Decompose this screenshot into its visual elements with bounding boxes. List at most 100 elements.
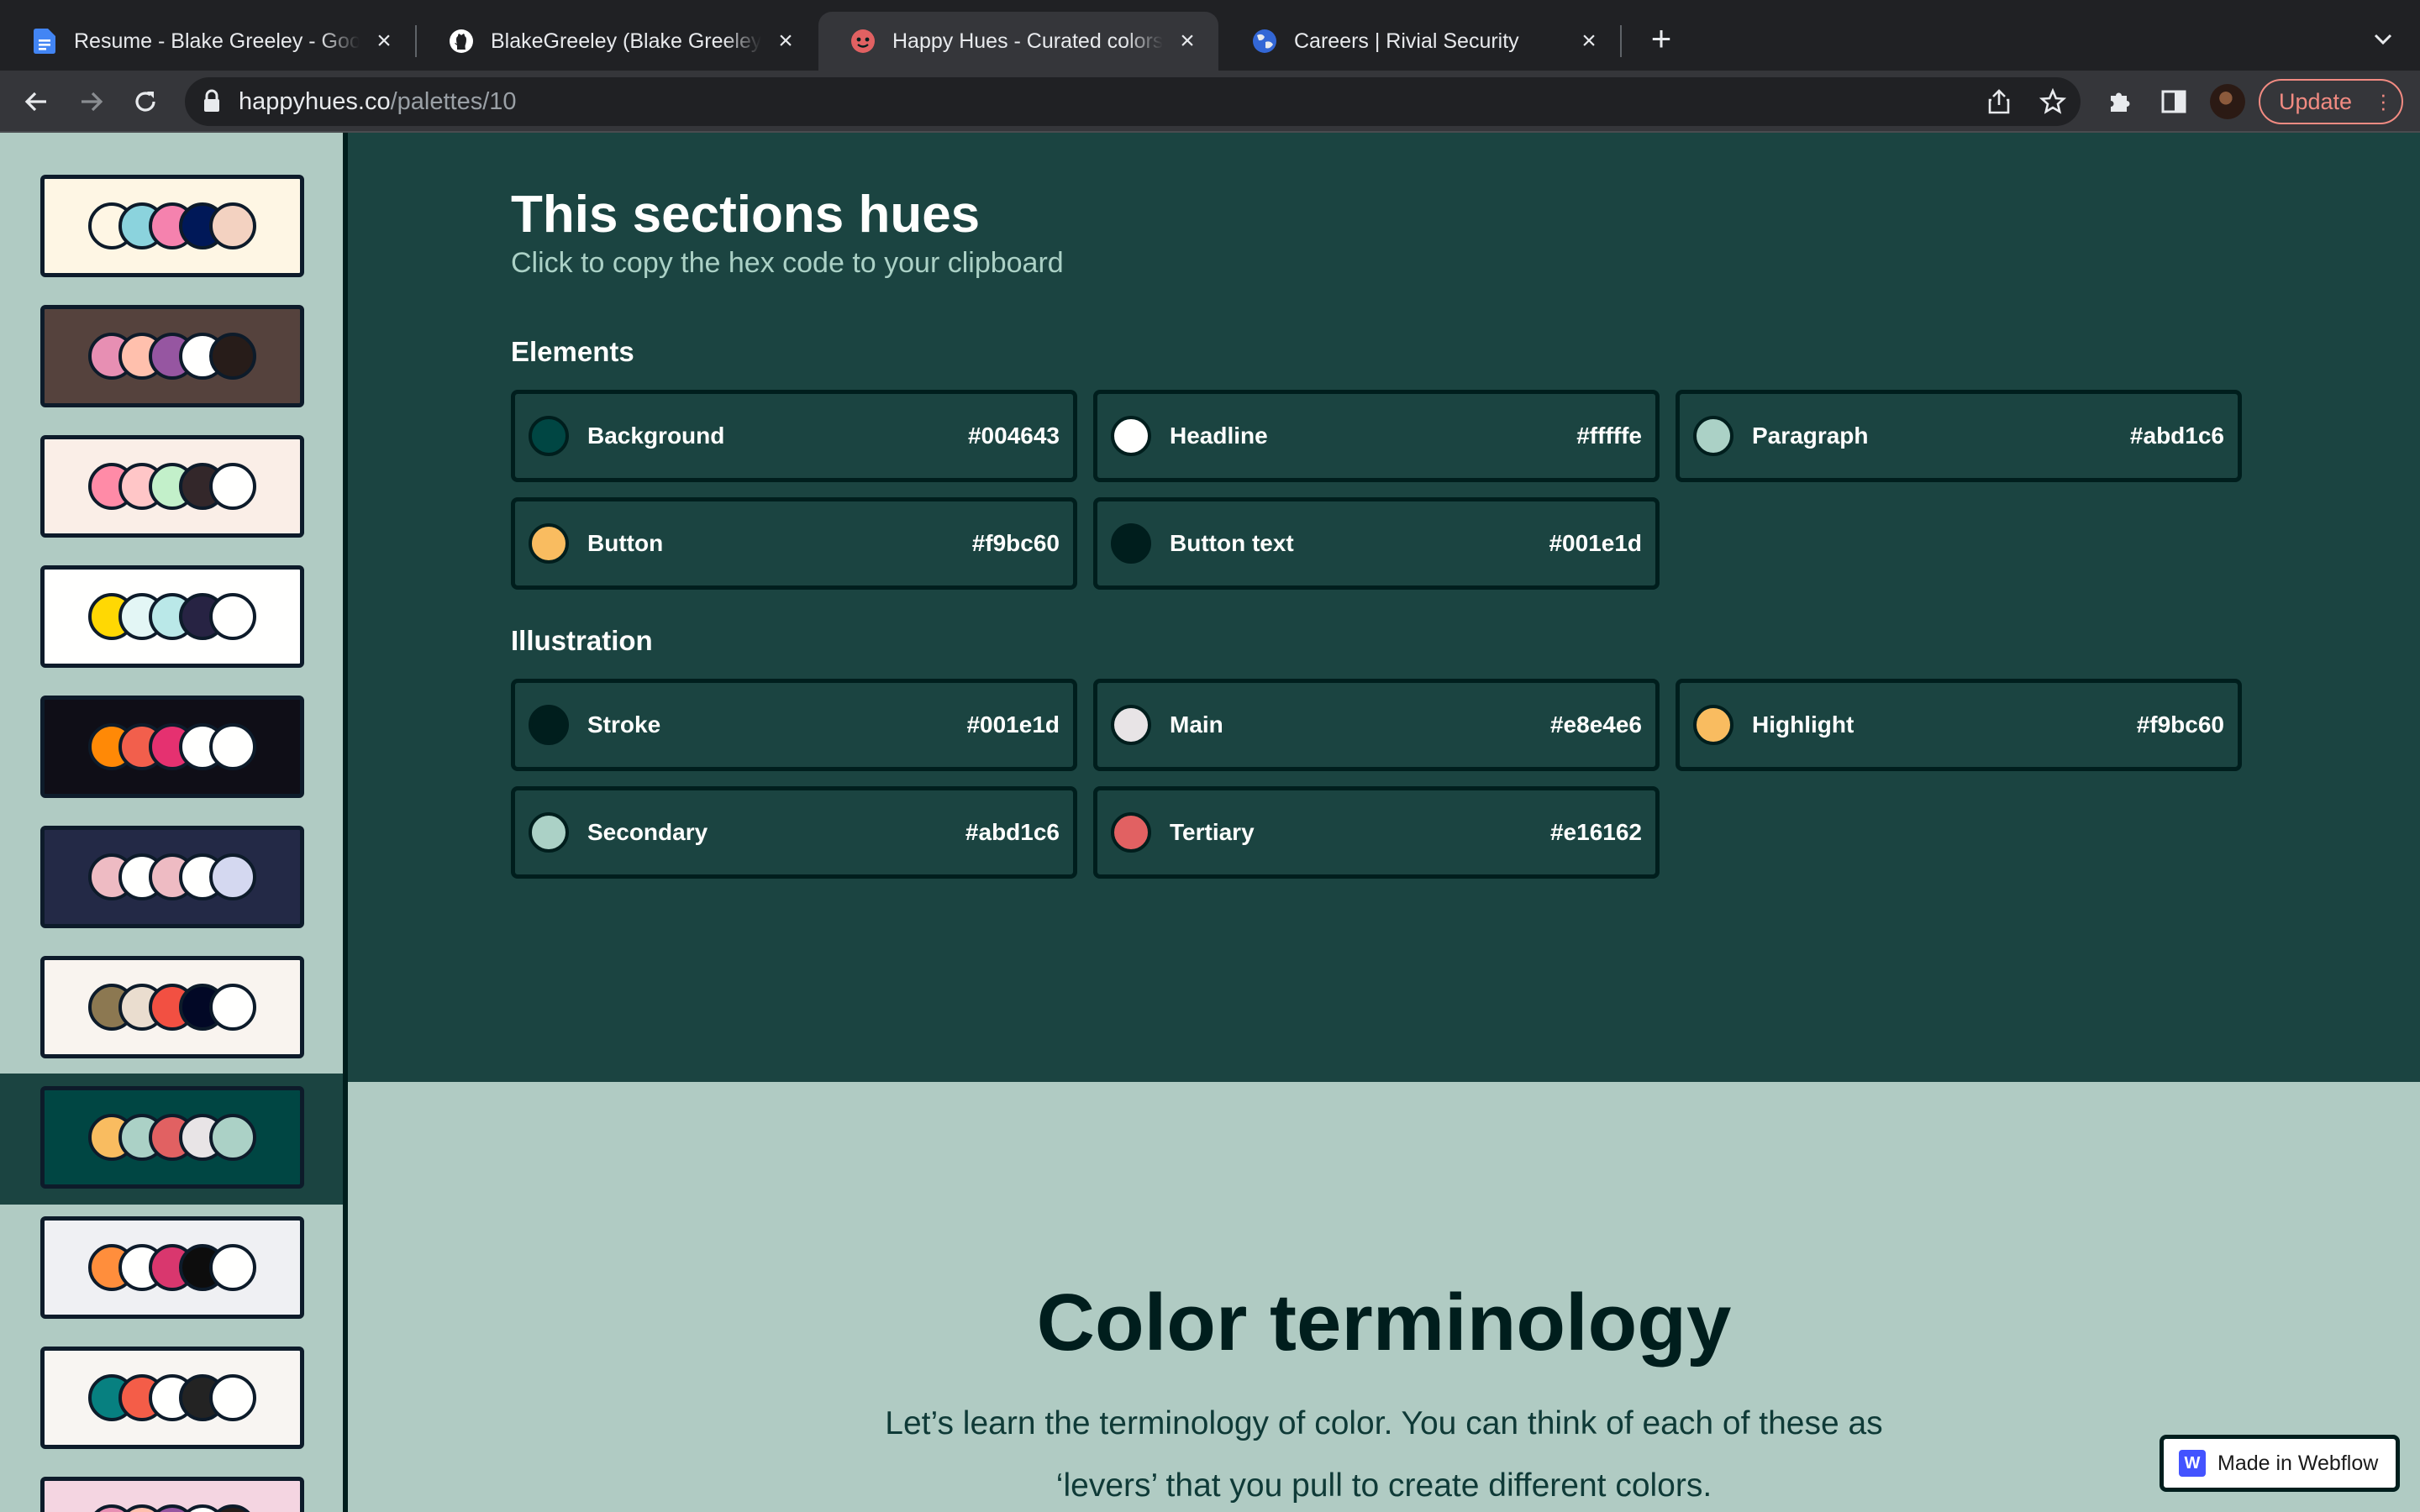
swatch-hex: #e16162	[1549, 819, 1642, 845]
swatch-name: Secondary	[587, 819, 708, 845]
swatch-button-text[interactable]: Button text #001e1d	[1093, 497, 1660, 590]
swatch-name: Headline	[1170, 423, 1268, 449]
palette-card[interactable]	[40, 1216, 304, 1319]
chevron-down-icon[interactable]	[2368, 24, 2398, 54]
palette-card[interactable]	[40, 305, 304, 407]
swatch-headline[interactable]: Headline #fffffe	[1093, 390, 1660, 482]
swatch-color-dot	[1111, 705, 1151, 745]
swatch-color-dot	[529, 416, 569, 456]
close-icon[interactable]: ×	[371, 29, 397, 54]
swatch-color-dot	[529, 523, 569, 564]
swatch-color-dot	[529, 812, 569, 853]
swatch-hex: #001e1d	[1549, 530, 1642, 556]
swatch-hex: #f9bc60	[2136, 711, 2224, 738]
extensions-puzzle-icon[interactable]	[2102, 84, 2138, 119]
swatch-name: Button	[587, 530, 664, 556]
palette-card[interactable]	[40, 826, 304, 928]
swatch-color-dot	[529, 705, 569, 745]
palette-card[interactable]	[40, 565, 304, 668]
tab-rivial[interactable]: Careers | Rivial Security ×	[1220, 12, 1620, 71]
swatch-paragraph[interactable]: Paragraph #abd1c6	[1676, 390, 2242, 482]
close-icon[interactable]: ×	[1576, 29, 1602, 54]
palette-card[interactable]	[40, 956, 304, 1058]
swatch-hex: #fffffe	[1576, 423, 1642, 449]
github-icon	[449, 29, 474, 54]
tab-title: BlakeGreeley (Blake Greeley)	[491, 29, 761, 53]
palette-color-dot	[209, 593, 256, 640]
swatch-color-dot	[1111, 523, 1151, 564]
swatch-hex: #f9bc60	[971, 530, 1060, 556]
swatch-hex: #abd1c6	[2129, 423, 2224, 449]
palette-color-dot	[209, 853, 256, 900]
swatch-color-dot	[1693, 705, 1733, 745]
tab-github[interactable]: BlakeGreeley (Blake Greeley) ×	[417, 12, 817, 71]
palette-swatches	[88, 723, 256, 770]
arrow-right-icon	[82, 92, 103, 112]
webflow-logo-icon: W	[2179, 1450, 2206, 1477]
side-panel-icon[interactable]	[2156, 84, 2191, 119]
palette-card[interactable]	[40, 696, 304, 798]
url-text[interactable]: happyhues.co/palettes/10	[239, 87, 517, 116]
palette-card[interactable]	[40, 175, 304, 277]
reload-button[interactable]	[126, 82, 165, 121]
palette-card[interactable]	[40, 1477, 304, 1512]
palette-color-dot	[209, 984, 256, 1031]
tab-resume[interactable]: Resume - Blake Greeley - Google Docs ×	[0, 12, 415, 71]
star-icon[interactable]	[2037, 86, 2069, 118]
palette-swatches	[88, 333, 256, 380]
terminology-paragraph: Let’s learn the terminology of color. Yo…	[885, 1405, 1883, 1504]
webflow-badge-label: Made in Webflow	[2217, 1451, 2379, 1475]
palette-swatches	[88, 593, 256, 640]
swatch-stroke[interactable]: Stroke #001e1d	[511, 679, 1077, 771]
palette-swatches	[88, 1374, 256, 1421]
swatch-background[interactable]: Background #004643	[511, 390, 1077, 482]
forward-button[interactable]	[72, 82, 111, 121]
illustration-heading: Illustration	[511, 625, 653, 656]
swatch-tertiary[interactable]: Tertiary #e16162	[1093, 786, 1660, 879]
close-icon[interactable]: ×	[773, 29, 798, 54]
palette-color-dot	[209, 1114, 256, 1161]
tab-happy-hues[interactable]: Happy Hues - Curated colors in context ×	[818, 12, 1218, 71]
new-tab-button[interactable]: +	[1642, 20, 1681, 59]
swatch-color-dot	[1111, 812, 1151, 853]
swatch-color-dot	[1111, 416, 1151, 456]
terminology-title: Color terminology	[1036, 1278, 1732, 1368]
url-host: happyhues.co	[239, 88, 391, 115]
back-button[interactable]	[17, 82, 55, 121]
swatch-hex: #001e1d	[966, 711, 1060, 738]
palette-sidebar	[0, 133, 343, 1512]
profile-avatar[interactable]	[2210, 84, 2245, 119]
more-vertical-icon[interactable]: · · ·	[2380, 83, 2387, 118]
swatch-hex: #e8e4e6	[1549, 711, 1642, 738]
palette-color-dot	[209, 1374, 256, 1421]
swatch-secondary[interactable]: Secondary #abd1c6	[511, 786, 1077, 879]
palette-card[interactable]	[40, 1086, 304, 1189]
tab-title: Happy Hues - Curated colors in context	[892, 29, 1163, 53]
swatch-main[interactable]: Main #e8e4e6	[1093, 679, 1660, 771]
palette-swatches	[88, 202, 256, 249]
swatch-name: Background	[587, 423, 725, 449]
swatch-name: Button text	[1170, 530, 1294, 556]
made-in-webflow-badge[interactable]: W Made in Webflow	[2160, 1435, 2400, 1492]
reload-icon	[135, 92, 155, 112]
swatch-highlight[interactable]: Highlight #f9bc60	[1676, 679, 2242, 771]
update-button[interactable]: Update · · ·	[2259, 79, 2403, 124]
happy-hues-icon	[850, 29, 876, 54]
palette-color-dot	[209, 202, 256, 249]
share-icon[interactable]	[1983, 86, 2015, 118]
swatch-button[interactable]: Button #f9bc60	[511, 497, 1077, 590]
elements-heading: Elements	[511, 336, 634, 367]
section-title: This sections hues	[511, 186, 981, 244]
url-path: /palettes/10	[390, 88, 517, 115]
swatch-hex: #abd1c6	[965, 819, 1060, 845]
google-docs-icon	[32, 29, 57, 54]
palette-swatches	[88, 1504, 256, 1512]
main-content: This sections hues Click to copy the hex…	[348, 133, 2420, 1512]
lock-icon[interactable]	[203, 89, 220, 113]
tab-separator	[1620, 25, 1622, 57]
palette-swatches	[88, 1114, 256, 1161]
palette-card[interactable]	[40, 1347, 304, 1449]
close-icon[interactable]: ×	[1175, 29, 1200, 54]
palette-card[interactable]	[40, 435, 304, 538]
swatch-name: Paragraph	[1752, 423, 1869, 449]
